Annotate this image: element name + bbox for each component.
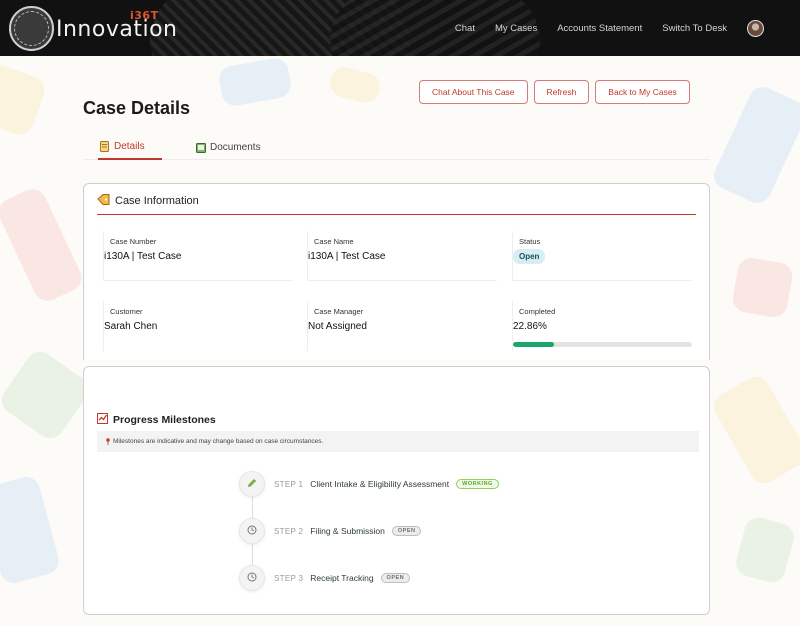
field-case-number: Case Number i130A | Test Case xyxy=(103,231,293,281)
milestone-step: STEP 3 Receipt Tracking OPEN xyxy=(239,565,411,591)
completion-progress-bar xyxy=(513,342,692,347)
progress-milestones-title: Progress Milestones xyxy=(113,414,216,426)
completed-label: Completed xyxy=(519,307,556,316)
case-information-heading: Case Information xyxy=(97,194,199,208)
milestone-step: STEP 2 Filing & Submission OPEN xyxy=(239,518,422,544)
checkbox-chart-icon xyxy=(97,413,108,427)
field-status: Status Open xyxy=(512,231,692,281)
progress-milestones-heading: Progress Milestones xyxy=(97,413,216,427)
chat-about-case-button[interactable]: Chat About This Case xyxy=(419,80,528,104)
step-number: STEP 1 xyxy=(274,479,304,489)
tab-details[interactable]: Details xyxy=(98,134,162,160)
step-name: Filing & Submission xyxy=(310,526,385,536)
case-name-label: Case Name xyxy=(314,237,354,246)
main-nav: Chat My Cases Accounts Statement Switch … xyxy=(455,0,800,56)
case-number-label: Case Number xyxy=(110,237,157,246)
field-case-name: Case Name i130A | Test Case xyxy=(307,231,497,281)
customer-label: Customer xyxy=(110,307,143,316)
case-manager-label: Case Manager xyxy=(314,307,364,316)
case-name-value: i130A | Test Case xyxy=(308,251,386,262)
milestone-step: STEP 1 Client Intake & Eligibility Asses… xyxy=(239,471,499,497)
tab-documents[interactable]: Documents xyxy=(196,134,261,160)
case-manager-value: Not Assigned xyxy=(308,321,367,332)
avatar[interactable] xyxy=(747,19,764,37)
step-status-badge: WORKING xyxy=(456,479,499,489)
logo-superscript: i36T xyxy=(130,9,159,22)
top-navigation-bar: Innovation i36T Chat My Cases Accounts S… xyxy=(0,0,800,56)
tag-icon xyxy=(97,194,110,208)
folder-icon xyxy=(196,142,206,153)
step-number: STEP 3 xyxy=(274,573,304,583)
step-status-badge: OPEN xyxy=(391,526,422,536)
divider xyxy=(97,214,696,215)
pin-icon xyxy=(106,438,110,445)
completed-value: 22.86% xyxy=(513,321,547,332)
logo-seal-icon[interactable] xyxy=(9,6,54,51)
step-name: Client Intake & Eligibility Assessment xyxy=(310,479,450,489)
milestones-notice-text: Milestones are indicative and may change… xyxy=(113,438,324,445)
step-number: STEP 2 xyxy=(274,526,304,536)
clock-icon xyxy=(247,522,257,540)
case-actions: Chat About This Case Refresh Back to My … xyxy=(419,80,690,104)
case-information-title: Case Information xyxy=(115,195,199,207)
case-number-value: i130A | Test Case xyxy=(104,251,182,262)
step-status-badge: OPEN xyxy=(380,573,411,583)
clock-icon xyxy=(247,569,257,587)
field-customer: Customer Sarah Chen xyxy=(103,301,293,351)
case-tabs: Details Documents xyxy=(84,134,710,160)
step-status-indicator xyxy=(239,518,265,544)
page-title: Case Details xyxy=(83,98,191,118)
logo-text[interactable]: Innovation xyxy=(56,17,177,42)
nav-chat[interactable]: Chat xyxy=(455,23,475,34)
document-icon xyxy=(100,140,109,152)
back-to-my-cases-button[interactable]: Back to My Cases xyxy=(595,80,690,104)
pencil-icon xyxy=(247,475,257,493)
status-badge: Open xyxy=(513,249,546,264)
tab-documents-label: Documents xyxy=(210,141,261,153)
main-content: Case Details Chat About This Case Refres… xyxy=(0,56,800,625)
refresh-button[interactable]: Refresh xyxy=(533,80,590,104)
step-status-indicator xyxy=(239,565,265,591)
status-label: Status xyxy=(519,237,541,246)
nav-my-cases[interactable]: My Cases xyxy=(495,23,537,34)
case-information-card: Case Information Case Number i130A | Tes… xyxy=(83,183,710,360)
milestones-notice: Milestones are indicative and may change… xyxy=(97,431,699,452)
tab-details-label: Details xyxy=(114,140,145,152)
progress-milestones-card: Progress Milestones Milestones are indic… xyxy=(83,366,710,615)
step-name: Receipt Tracking xyxy=(310,573,374,583)
nav-accounts-statement[interactable]: Accounts Statement xyxy=(557,23,642,34)
field-case-manager: Case Manager Not Assigned xyxy=(307,301,497,351)
completion-progress-fill xyxy=(513,342,554,347)
customer-value: Sarah Chen xyxy=(104,321,158,332)
field-completed: Completed 22.86% xyxy=(512,301,692,351)
step-status-indicator xyxy=(239,471,265,497)
nav-switch-to-desk[interactable]: Switch To Desk xyxy=(662,23,727,34)
